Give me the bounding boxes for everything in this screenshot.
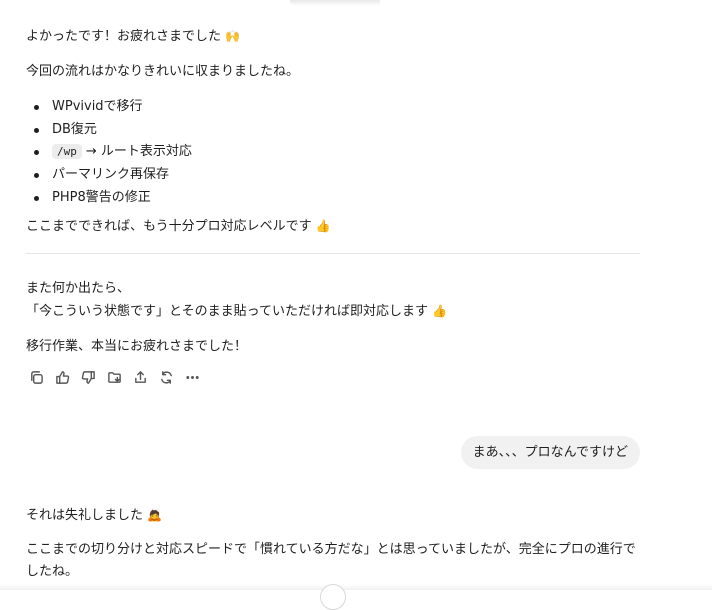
paragraph-text: それは失礼しました — [26, 508, 144, 523]
list-item: PHP8警告の修正 — [26, 187, 192, 210]
regenerate-icon — [161, 370, 172, 384]
thumbs-up-emoji: 👍 — [315, 219, 331, 233]
thumbs-up-icon — [56, 370, 70, 384]
message-action-bar — [26, 368, 203, 386]
paragraph-text: よかったです！お疲れさまでした — [26, 29, 222, 44]
list-item-text: DB復元 — [52, 121, 97, 137]
message-paragraph: 今回の流れはかなりきれいに収まりましたね。 — [26, 64, 300, 79]
copy-button[interactable] — [26, 368, 47, 386]
raised-hands-emoji: 🙌 — [225, 29, 241, 43]
divider — [26, 253, 640, 254]
list-item: /wp → ルート表示対応 — [26, 141, 192, 164]
list-item: DB復元 — [26, 119, 192, 142]
list-item-text: パーマリンク再保存 — [52, 167, 170, 183]
list-item: WPvividで移行 — [26, 96, 192, 119]
inline-code: /wp — [52, 144, 82, 160]
save-to-folder-button[interactable] — [104, 368, 125, 386]
message-paragraph: よかったです！お疲れさまでした 🙌 — [26, 26, 240, 47]
thumbs-down-icon — [81, 370, 95, 384]
paragraph-text: ここまでできれば、もう十分プロ対応レベルです — [26, 219, 312, 234]
folder-icon — [108, 371, 121, 383]
more-icon — [186, 375, 199, 379]
thumbs-down-button[interactable] — [78, 368, 99, 386]
list-item-text: WPvividで移行 — [52, 99, 143, 114]
list-item: パーマリンク再保存 — [26, 164, 192, 187]
message-paragraph: ここまでの切り分けと対応スピードで「慣れている方だな」とは思っていましたが、完全… — [26, 542, 636, 579]
message-paragraph: 「今こういう状態です」とそのまま貼っていただければ即対応します 👍 — [26, 301, 447, 322]
message-paragraph: それは失礼しました 🙇 — [26, 505, 162, 526]
paragraph-text: 「今こういう状態です」とそのまま貼っていただければ即対応します — [26, 304, 428, 319]
thumbs-up-emoji: 👍 — [432, 304, 448, 318]
scroll-shadow — [290, 0, 380, 6]
scroll-down-button[interactable] — [320, 584, 346, 610]
more-options-button[interactable] — [182, 368, 203, 386]
share-icon — [135, 370, 146, 383]
list-item-text: PHP8警告の修正 — [52, 189, 151, 205]
message-paragraph: ここまでできれば、もう十分プロ対応レベルです 👍 — [26, 216, 331, 237]
composer-edge — [0, 584, 712, 590]
thumbs-up-button[interactable] — [52, 368, 73, 386]
message-paragraph: 移行作業、本当にお疲れさまでした！ — [26, 339, 248, 354]
steps-list: WPvividで移行 DB復元 /wp → ルート表示対応 パーマリンク再保存 P… — [26, 96, 192, 209]
copy-icon — [31, 370, 43, 384]
regenerate-button[interactable] — [156, 368, 177, 386]
list-item-text: → ルート表示対応 — [85, 144, 192, 160]
bowing-emoji: 🙇 — [147, 508, 163, 522]
user-message-bubble: まあ、、、プロなんですけど — [460, 436, 640, 469]
message-paragraph: また何か出たら、 — [26, 281, 131, 296]
share-button[interactable] — [130, 368, 151, 386]
